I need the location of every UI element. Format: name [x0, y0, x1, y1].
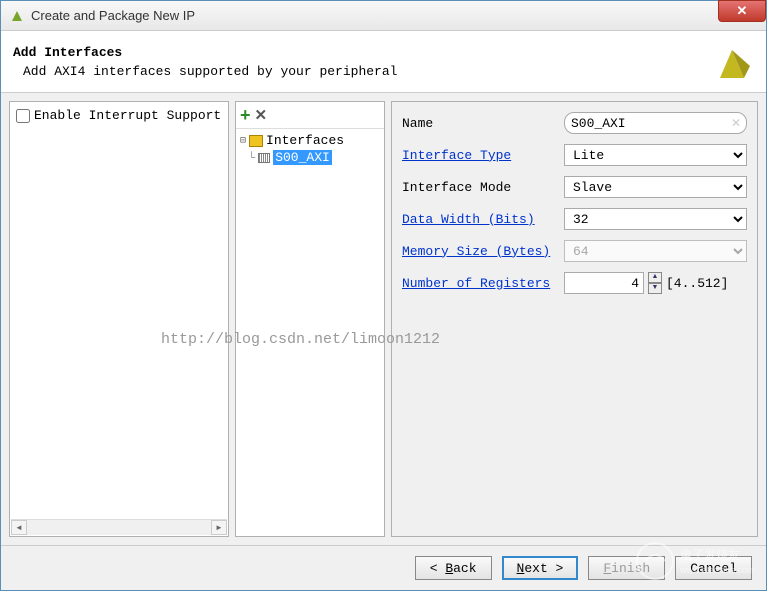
tree-root-item[interactable]: ⊟ Interfaces [240, 133, 380, 148]
enable-interrupt-checkbox[interactable]: Enable Interrupt Support [16, 108, 222, 123]
back-button[interactable]: < Back [415, 556, 492, 580]
num-registers-range: [4..512] [666, 276, 728, 291]
interface-icon [258, 153, 270, 163]
folder-icon [249, 135, 263, 147]
spinner-up[interactable]: ▲ [648, 272, 662, 283]
num-registers-label[interactable]: Number of Registers [402, 276, 564, 291]
options-panel: Enable Interrupt Support ◄ ► [9, 101, 229, 537]
interfaces-tree: ⊟ Interfaces └ S00_AXI [236, 129, 384, 169]
add-interface-button[interactable]: + [240, 108, 251, 122]
scroll-track[interactable] [27, 520, 211, 535]
memory-size-label[interactable]: Memory Size (Bytes) [402, 244, 564, 259]
tree-connector-icon: └ [248, 151, 255, 165]
scroll-right-arrow[interactable]: ► [211, 520, 227, 535]
enable-interrupt-label: Enable Interrupt Support [34, 108, 221, 123]
tree-collapse-icon[interactable]: ⊟ [240, 135, 246, 147]
tree-child-label: S00_AXI [273, 150, 332, 165]
svg-text:电子发烧友: 电子发烧友 [680, 547, 740, 562]
window-title: Create and Package New IP [31, 8, 195, 23]
interface-type-label[interactable]: Interface Type [402, 148, 564, 163]
spinner-down[interactable]: ▼ [648, 283, 662, 294]
tree-child-item[interactable]: └ S00_AXI [248, 150, 380, 165]
data-width-label[interactable]: Data Width (Bits) [402, 212, 564, 227]
vivado-logo-icon [710, 40, 754, 84]
next-button[interactable]: Next > [502, 556, 579, 580]
wizard-header: Add Interfaces Add AXI4 interfaces suppo… [1, 31, 766, 93]
close-button[interactable]: ✕ [718, 0, 766, 22]
clear-name-icon[interactable]: ✕ [731, 116, 741, 130]
content-area: Enable Interrupt Support ◄ ► + ✕ ⊟ Inter… [1, 93, 766, 545]
horizontal-scrollbar[interactable]: ◄ ► [11, 519, 227, 535]
data-width-select[interactable]: 32 [564, 208, 747, 230]
page-title: Add Interfaces [13, 45, 397, 60]
enable-interrupt-input[interactable] [16, 109, 30, 123]
dialog-window: Create and Package New IP ✕ Add Interfac… [0, 0, 767, 591]
interface-mode-label: Interface Mode [402, 180, 564, 195]
app-icon [9, 8, 25, 24]
properties-panel: Name ✕ Interface Type Lite Interface Mod… [391, 101, 758, 537]
interface-mode-select[interactable]: Slave [564, 176, 747, 198]
tree-root-label: Interfaces [266, 133, 344, 148]
scroll-left-arrow[interactable]: ◄ [11, 520, 27, 535]
memory-size-select[interactable]: 64 [564, 240, 747, 262]
titlebar: Create and Package New IP ✕ [1, 1, 766, 31]
name-label: Name [402, 116, 564, 131]
site-watermark-icon: 电子发烧友 www.elecfans.com [630, 539, 760, 584]
tree-toolbar: + ✕ [236, 102, 384, 129]
interface-type-select[interactable]: Lite [564, 144, 747, 166]
spinner-buttons: ▲ ▼ [648, 272, 662, 294]
page-subtitle: Add AXI4 interfaces supported by your pe… [23, 64, 397, 79]
interfaces-tree-panel: + ✕ ⊟ Interfaces └ S00_AXI [235, 101, 385, 537]
delete-interface-button[interactable]: ✕ [255, 106, 268, 124]
name-input[interactable] [564, 112, 747, 134]
num-registers-input[interactable] [564, 272, 644, 294]
svg-text:www.elecfans.com: www.elecfans.com [679, 565, 755, 575]
